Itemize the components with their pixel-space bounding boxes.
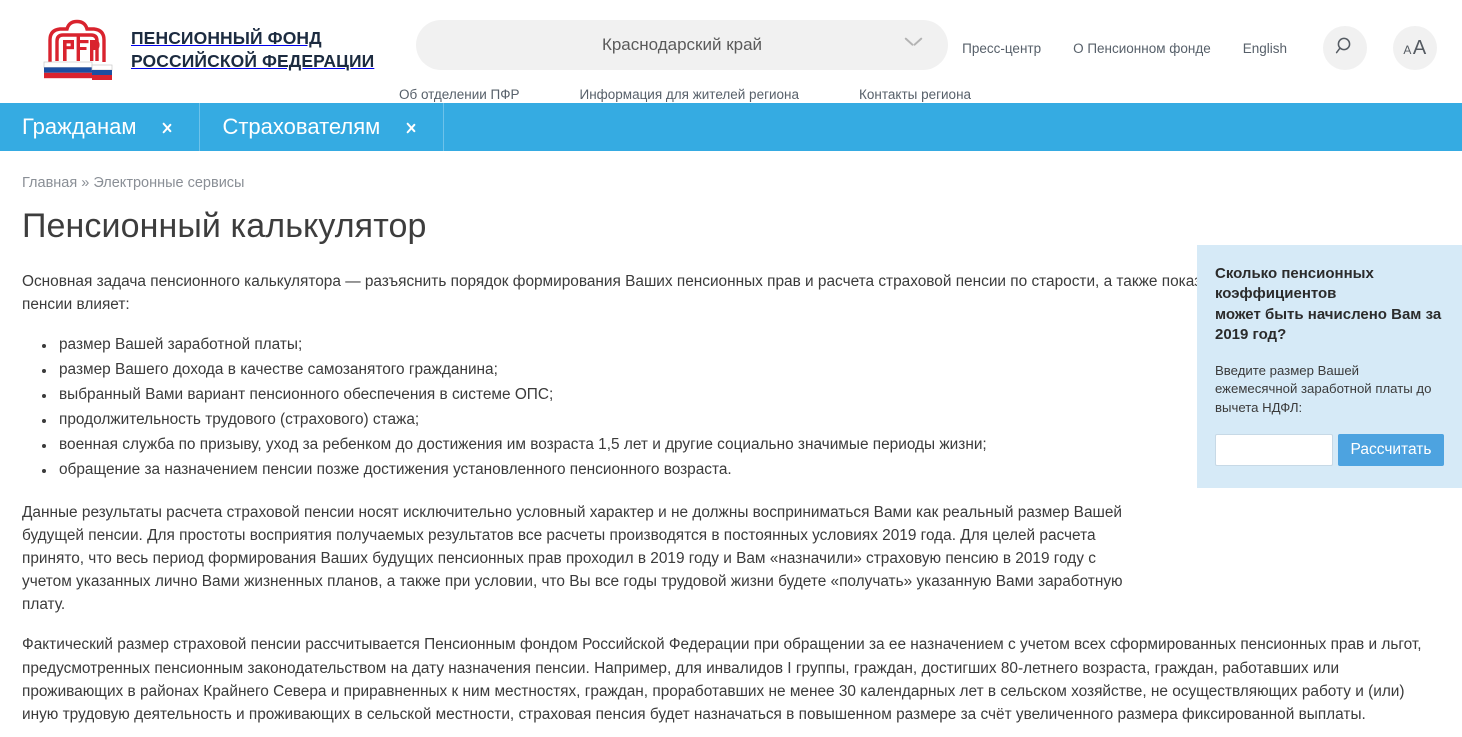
pfr-emblem-icon: [36, 18, 120, 82]
calculator-widget-title: Сколько пенсионных коэффициентов может б…: [1215, 265, 1442, 344]
breadcrumb-current[interactable]: Электронные сервисы: [93, 175, 244, 191]
region-link-about-branch[interactable]: Об отделении ПФР: [399, 87, 520, 102]
main-navigation: Гражданам Страхователям: [0, 103, 1462, 151]
brand-title-line1: ПЕНСИОННЫЙ ФОНД: [131, 28, 322, 49]
font-size-button[interactable]: AA: [1393, 26, 1437, 70]
breadcrumb-separator: »: [81, 175, 90, 191]
actual-amount-paragraph: Фактический размер страховой пенсии расс…: [22, 636, 1422, 723]
region-subnav: Об отделении ПФР Информация для жителей …: [399, 87, 971, 102]
calculate-button[interactable]: Рассчитать: [1338, 433, 1444, 466]
chevron-right-icon: [406, 117, 419, 137]
header-top-right: Пресс-центр О Пенсионном фонде English A…: [962, 26, 1437, 70]
brand-title-line2: РОССИЙСКОЙ ФЕДЕРАЦИИ: [131, 51, 375, 71]
coefficient-calculator-widget: Сколько пенсионных коэффициентов может б…: [1197, 245, 1462, 488]
chevron-down-icon: [905, 35, 922, 52]
region-link-region-contacts[interactable]: Контакты региона: [859, 87, 971, 102]
site-logo-link[interactable]: ПЕНСИОННЫЙ ФОНД РОССИЙСКОЙ ФЕДЕРАЦИИ: [0, 0, 374, 82]
nav-item-insurers-label: Страхователям: [222, 114, 381, 139]
top-link-about-fund[interactable]: О Пенсионном фонде: [1073, 41, 1211, 56]
breadcrumb-home[interactable]: Главная: [22, 175, 77, 191]
page-title: Пенсионный калькулятор: [22, 207, 427, 245]
calculator-input-row: Рассчитать: [1215, 433, 1444, 466]
font-size-large-letter: A: [1412, 36, 1427, 59]
font-size-icon: AA: [1403, 37, 1426, 60]
nav-item-citizens-label: Гражданам: [22, 114, 137, 139]
search-icon: [1334, 35, 1356, 62]
nav-item-citizens[interactable]: Гражданам: [0, 103, 201, 151]
disclaimer-paragraph: Данные результаты расчета страховой пенс…: [22, 503, 1123, 614]
top-link-press-center[interactable]: Пресс-центр: [962, 41, 1041, 56]
brand-title: ПЕНСИОННЫЙ ФОНД РОССИЙСКОЙ ФЕДЕРАЦИИ: [131, 27, 374, 73]
salary-input[interactable]: [1215, 433, 1333, 466]
font-size-small-letter: A: [1403, 42, 1412, 57]
region-select[interactable]: Краснодарский край: [416, 20, 948, 70]
site-header: ПЕНСИОННЫЙ ФОНД РОССИЙСКОЙ ФЕДЕРАЦИИ Крас…: [0, 0, 1462, 103]
page-content: Главная » Электронные сервисы Пенсионный…: [0, 151, 1462, 726]
search-button[interactable]: [1323, 26, 1367, 70]
chevron-right-icon: [162, 117, 175, 137]
region-link-info-for-residents[interactable]: Информация для жителей региона: [580, 87, 800, 102]
region-select-value: Краснодарский край: [601, 35, 763, 54]
region-selector-block: Краснодарский край Об отделении ПФР Инфо…: [399, 20, 971, 102]
nav-item-insurers[interactable]: Страхователям: [200, 103, 445, 151]
top-link-english[interactable]: English: [1243, 41, 1287, 56]
breadcrumb: Главная » Электронные сервисы: [22, 175, 1440, 191]
calculator-widget-subtitle: Введите размер Вашей ежемесячной заработ…: [1215, 362, 1432, 416]
